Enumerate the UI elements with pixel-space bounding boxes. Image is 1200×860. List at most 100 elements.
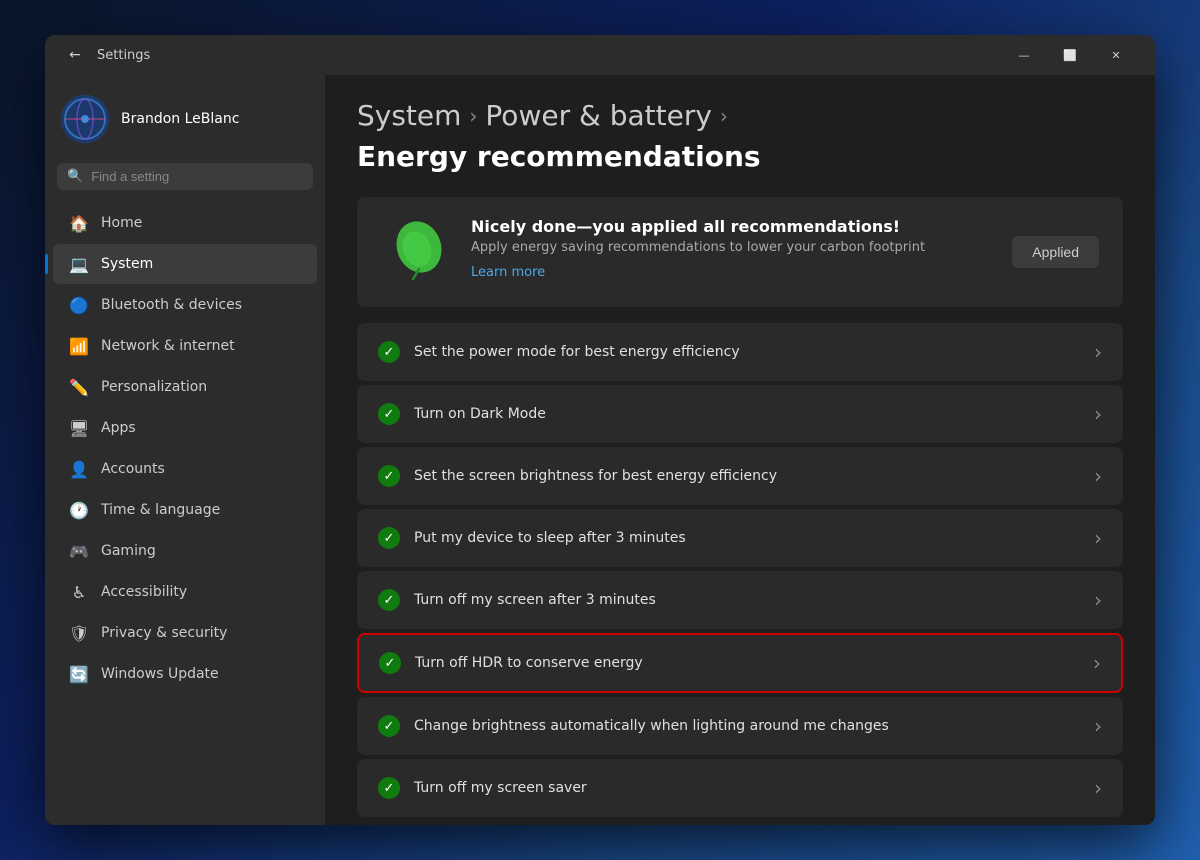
hero-subtitle: Apply energy saving recommendations to l…	[471, 240, 992, 255]
learn-more-link[interactable]: Learn more	[471, 265, 545, 280]
rec-label-screen-off: Turn off my screen after 3 minutes	[414, 592, 1080, 608]
sidebar-item-label-accounts: Accounts	[101, 461, 165, 477]
rec-item-screensaver[interactable]: ✓ Turn off my screen saver ›	[357, 759, 1123, 817]
sidebar-item-privacy[interactable]: 🛡 Privacy & security	[53, 613, 317, 653]
sidebar-item-label-bluetooth: Bluetooth & devices	[101, 297, 242, 313]
search-input[interactable]	[91, 169, 303, 184]
user-section: Brandon LeBlanc	[45, 87, 325, 159]
leaf-icon	[381, 217, 451, 287]
rec-label-screensaver: Turn off my screen saver	[414, 780, 1080, 796]
sidebar-item-label-update: Windows Update	[101, 666, 219, 682]
close-button[interactable]: ✕	[1093, 39, 1139, 71]
home-icon: 🏠	[69, 213, 89, 233]
sidebar-item-update[interactable]: 🔄 Windows Update	[53, 654, 317, 694]
rec-label-hdr: Turn off HDR to conserve energy	[415, 655, 1079, 671]
sidebar-item-accounts[interactable]: 👤 Accounts	[53, 449, 317, 489]
sidebar-item-personalization[interactable]: ✏️ Personalization	[53, 367, 317, 407]
network-icon: 📶	[69, 336, 89, 356]
chevron-right-icon: ›	[1094, 526, 1102, 550]
sidebar-item-label-accessibility: Accessibility	[101, 584, 187, 600]
bluetooth-icon: 🔵	[69, 295, 89, 315]
sidebar-item-time[interactable]: 🕐 Time & language	[53, 490, 317, 530]
titlebar-title: Settings	[97, 48, 1001, 63]
sidebar-item-label-privacy: Privacy & security	[101, 625, 227, 641]
check-icon: ✓	[378, 341, 400, 363]
chevron-right-icon: ›	[1093, 651, 1101, 675]
sidebar: Brandon LeBlanc 🔍 🏠 Home 💻 System 🔵 Bluetooth…	[45, 75, 325, 825]
rec-item-power-mode[interactable]: ✓ Set the power mode for best energy effi…	[357, 323, 1123, 381]
breadcrumb-current: Energy recommendations	[357, 140, 761, 173]
check-icon: ✓	[378, 589, 400, 611]
search-box[interactable]: 🔍	[57, 163, 313, 190]
recommendations-list: ✓ Set the power mode for best energy effi…	[357, 323, 1123, 817]
titlebar: ← Settings — ⬜ ✕	[45, 35, 1155, 75]
sidebar-item-label-network: Network & internet	[101, 338, 235, 354]
rec-label-brightness: Set the screen brightness for best energ…	[414, 468, 1080, 484]
user-name: Brandon LeBlanc	[121, 111, 239, 127]
nav-list: 🏠 Home 💻 System 🔵 Bluetooth & devices 📶 Network…	[45, 202, 325, 695]
minimize-button[interactable]: —	[1001, 39, 1047, 71]
rec-item-brightness-auto[interactable]: ✓ Change brightness automatically when li…	[357, 697, 1123, 755]
titlebar-back-button[interactable]: ←	[61, 41, 89, 69]
check-icon: ✓	[378, 527, 400, 549]
hero-title: Nicely done—you applied all recommendati…	[471, 217, 992, 236]
main-content: Brandon LeBlanc 🔍 🏠 Home 💻 System 🔵 Bluetooth…	[45, 75, 1155, 825]
apps-icon: 🖥	[69, 418, 89, 438]
chevron-right-icon: ›	[1094, 776, 1102, 800]
check-icon: ✓	[379, 652, 401, 674]
check-icon: ✓	[378, 715, 400, 737]
breadcrumb-sep-2: ›	[720, 104, 728, 128]
avatar	[61, 95, 109, 143]
rec-item-screen-off[interactable]: ✓ Turn off my screen after 3 minutes ›	[357, 571, 1123, 629]
breadcrumb-power[interactable]: Power & battery	[485, 99, 712, 132]
time-icon: 🕐	[69, 500, 89, 520]
hero-section: Nicely done—you applied all recommendati…	[357, 197, 1123, 307]
rec-item-brightness[interactable]: ✓ Set the screen brightness for best ener…	[357, 447, 1123, 505]
rec-label-dark-mode: Turn on Dark Mode	[414, 406, 1080, 422]
sidebar-item-label-time: Time & language	[101, 502, 220, 518]
titlebar-controls: — ⬜ ✕	[1001, 39, 1139, 71]
applied-button[interactable]: Applied	[1012, 236, 1099, 268]
rec-item-dark-mode[interactable]: ✓ Turn on Dark Mode ›	[357, 385, 1123, 443]
accounts-icon: 👤	[69, 459, 89, 479]
update-icon: 🔄	[69, 664, 89, 684]
search-icon: 🔍	[67, 169, 83, 184]
sidebar-item-label-gaming: Gaming	[101, 543, 156, 559]
system-icon: 💻	[69, 254, 89, 274]
sidebar-item-label-home: Home	[101, 215, 142, 231]
chevron-right-icon: ›	[1094, 464, 1102, 488]
privacy-icon: 🛡	[69, 623, 89, 643]
check-icon: ✓	[378, 465, 400, 487]
rec-item-sleep[interactable]: ✓ Put my device to sleep after 3 minutes ›	[357, 509, 1123, 567]
chevron-right-icon: ›	[1094, 402, 1102, 426]
check-icon: ✓	[378, 403, 400, 425]
personalization-icon: ✏️	[69, 377, 89, 397]
hero-text: Nicely done—you applied all recommendati…	[471, 217, 992, 280]
sidebar-item-apps[interactable]: 🖥 Apps	[53, 408, 317, 448]
sidebar-item-network[interactable]: 📶 Network & internet	[53, 326, 317, 366]
sidebar-item-accessibility[interactable]: ♿ Accessibility	[53, 572, 317, 612]
breadcrumb-system[interactable]: System	[357, 99, 461, 132]
sidebar-item-system[interactable]: 💻 System	[53, 244, 317, 284]
rec-label-power-mode: Set the power mode for best energy effic…	[414, 344, 1080, 360]
chevron-right-icon: ›	[1094, 588, 1102, 612]
check-icon: ✓	[378, 777, 400, 799]
rec-label-brightness-auto: Change brightness automatically when lig…	[414, 718, 1080, 734]
main-panel: System › Power & battery › Energy recomm…	[325, 75, 1155, 825]
chevron-right-icon: ›	[1094, 714, 1102, 738]
gaming-icon: 🎮	[69, 541, 89, 561]
rec-item-hdr[interactable]: ✓ Turn off HDR to conserve energy ›	[357, 633, 1123, 693]
sidebar-item-home[interactable]: 🏠 Home	[53, 203, 317, 243]
sidebar-item-label-personalization: Personalization	[101, 379, 207, 395]
maximize-button[interactable]: ⬜	[1047, 39, 1093, 71]
accessibility-icon: ♿	[69, 582, 89, 602]
sidebar-item-gaming[interactable]: 🎮 Gaming	[53, 531, 317, 571]
chevron-right-icon: ›	[1094, 340, 1102, 364]
sidebar-item-label-apps: Apps	[101, 420, 136, 436]
sidebar-item-label-system: System	[101, 256, 153, 272]
breadcrumb: System › Power & battery › Energy recomm…	[357, 99, 1123, 173]
sidebar-item-bluetooth[interactable]: 🔵 Bluetooth & devices	[53, 285, 317, 325]
rec-label-sleep: Put my device to sleep after 3 minutes	[414, 530, 1080, 546]
breadcrumb-sep-1: ›	[469, 104, 477, 128]
settings-window: ← Settings — ⬜ ✕ Brandon LeBlan	[45, 35, 1155, 825]
